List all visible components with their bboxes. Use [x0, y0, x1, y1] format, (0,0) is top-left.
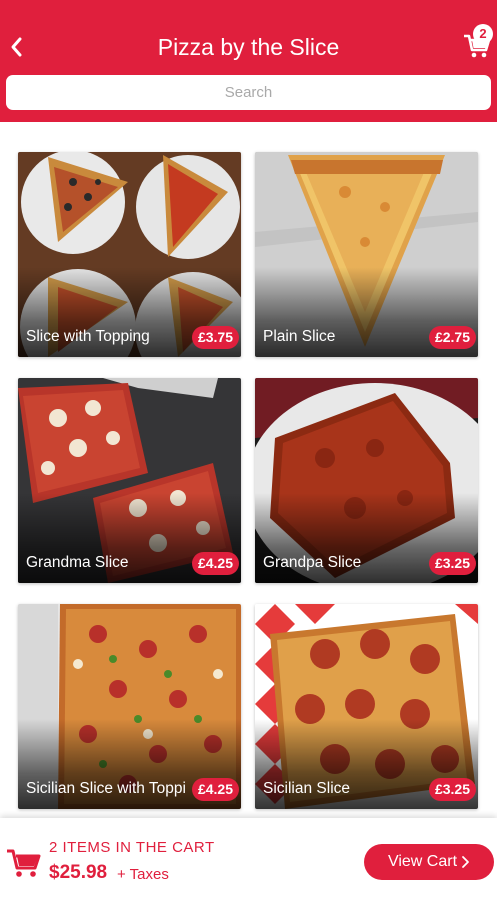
product-name: Sicilian Slice	[263, 780, 351, 797]
product-card[interactable]: Grandpa Slice £3.25	[255, 378, 478, 583]
product-price: £3.25	[428, 552, 476, 575]
product-name: Slice with Topping	[26, 328, 150, 345]
product-name: Sicilian Slice with Toppi	[26, 780, 186, 797]
cart-item-count: 2 ITEMS IN THE CART	[49, 839, 215, 856]
product-grid: Slice with Topping £3.75 Plain Slice £2.…	[0, 122, 497, 900]
chevron-right-icon	[462, 856, 469, 868]
product-price: £3.75	[191, 326, 239, 349]
product-name: Plain Slice	[263, 328, 336, 345]
cart-total: $25.98	[49, 862, 108, 883]
search-input[interactable]: Search	[6, 75, 491, 110]
product-card[interactable]: Slice with Topping £3.75	[18, 152, 241, 357]
cart-count-badge: 2	[473, 24, 493, 44]
cart-summary-bar: 2 ITEMS IN THE CART $25.98 + Taxes View …	[0, 818, 497, 900]
app-header: Pizza by the Slice 2 Search	[0, 0, 497, 122]
product-price: £3.25	[428, 778, 476, 801]
page-title: Pizza by the Slice	[157, 34, 340, 60]
product-price: £4.25	[191, 778, 239, 801]
product-card[interactable]: Plain Slice £2.75	[255, 152, 478, 357]
view-cart-button[interactable]: View Cart	[364, 844, 494, 880]
view-cart-label: View Cart	[387, 853, 458, 870]
product-name: Grandma Slice	[26, 554, 129, 571]
product-name: Grandpa Slice	[263, 554, 362, 571]
search-placeholder: Search	[224, 84, 273, 101]
product-price: £4.25	[191, 552, 239, 575]
cart-icon	[7, 849, 41, 877]
product-card[interactable]: Grandma Slice £4.25	[18, 378, 241, 583]
cart-taxes-label: + Taxes	[117, 866, 169, 883]
product-card[interactable]: Sicilian Slice with Toppi £4.25	[18, 604, 241, 809]
product-price: £2.75	[428, 326, 476, 349]
product-card[interactable]: Sicilian Slice £3.25	[255, 604, 478, 809]
